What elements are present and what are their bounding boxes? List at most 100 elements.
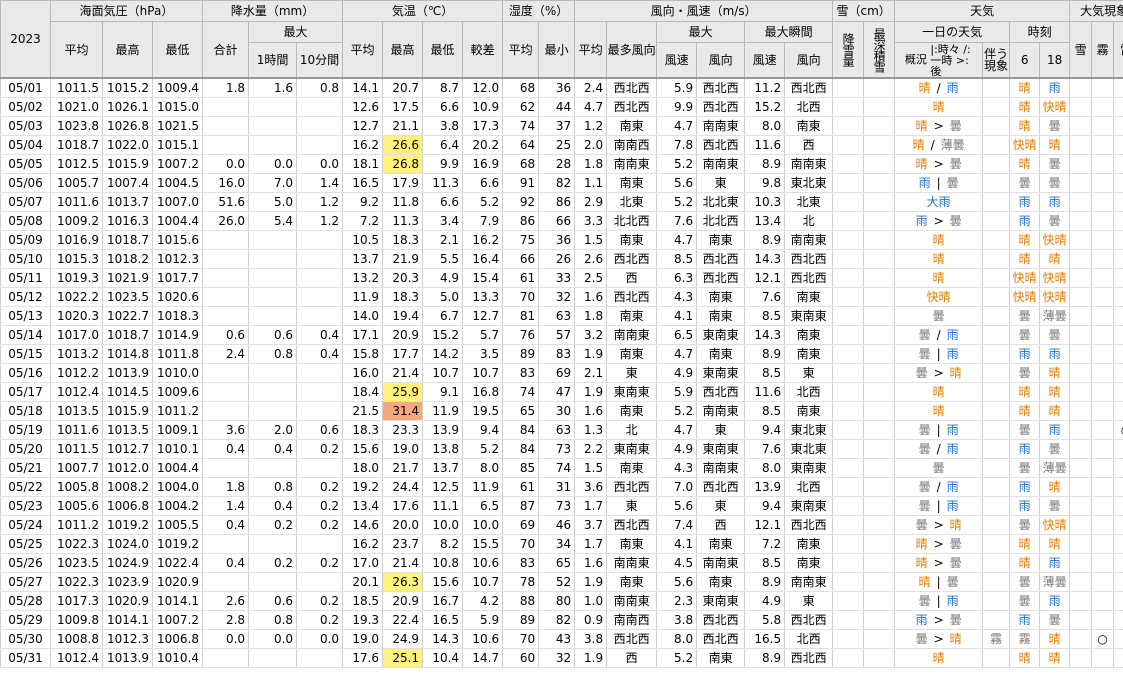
accomp-cell <box>982 77 1011 98</box>
temp-cell: 23.7 <box>382 534 424 554</box>
weather-18-cell: 曇 <box>1039 610 1071 630</box>
snow-depth-cell <box>863 97 896 117</box>
weather-token: 曇 <box>949 119 962 133</box>
weather-token: 雨 <box>1018 480 1031 494</box>
table-row: 05/30 1008.8 1012.3 1006.8 0.0 0.0 0.0 19.0 24.9… <box>0 629 1123 649</box>
precip-cell <box>248 249 298 269</box>
humidity-cell: 84 <box>502 420 540 440</box>
temp-cell: 16.5 <box>342 173 384 193</box>
pressure-cell: 1022.3 <box>50 572 103 592</box>
temp-cell: 7.9 <box>462 211 504 231</box>
weather-token: 曇 <box>918 480 931 494</box>
temp-cell: 21.4 <box>382 553 424 573</box>
precip-cell: 7.0 <box>248 173 298 193</box>
weather-18-cell: 晴 <box>1039 477 1071 497</box>
temp-cell: 12.5 <box>422 477 464 497</box>
temp-cell: 16.8 <box>462 382 504 402</box>
phenom-cell <box>1069 401 1093 421</box>
day-weather-cell: 曇 <box>894 458 984 478</box>
weather-token: 晴 <box>915 556 928 570</box>
precip-cell <box>202 648 250 668</box>
pressure-cell: 1023.9 <box>102 572 153 592</box>
humidity-cell: 31 <box>538 477 576 497</box>
weather-6-cell: 曇 <box>1009 173 1041 193</box>
precip-cell <box>296 135 344 155</box>
weather-token: 晴 <box>1048 480 1061 494</box>
humidity-cell: 60 <box>502 648 540 668</box>
humidity-cell: 82 <box>538 173 576 193</box>
temp-cell: 14.7 <box>462 648 504 668</box>
wind-cell: 1.7 <box>574 534 608 554</box>
weather-token: > <box>933 214 944 228</box>
precip-cell: 0.6 <box>296 420 344 440</box>
summary-legend: |:時々 /:一時 >:後 <box>930 42 971 78</box>
snow-depth-cell <box>863 553 896 573</box>
wind-avg-header: 平均 <box>574 21 608 79</box>
pressure-cell: 1012.4 <box>50 382 103 402</box>
humidity-cell: 61 <box>502 477 540 497</box>
weather-token: 曇 <box>1018 176 1031 190</box>
accomp-cell <box>982 439 1011 459</box>
humidity-cell: 25 <box>538 135 576 155</box>
wind-cell: 3.6 <box>574 477 608 497</box>
weather-token: 曇 <box>1018 575 1031 589</box>
wind-inst-speed-header: 風速 <box>744 42 786 79</box>
wind-cell: 2.1 <box>574 363 608 383</box>
temp-cell: 3.8 <box>422 116 464 136</box>
temp-cell: 12.7 <box>462 306 504 326</box>
snowfall-cell <box>832 325 865 345</box>
phenom-cell <box>1069 553 1093 573</box>
weather-token: > <box>933 632 944 646</box>
accomp-cell <box>982 192 1011 212</box>
date-cell: 05/01 <box>0 77 51 98</box>
accomp-cell <box>982 135 1011 155</box>
humidity-cell: 80 <box>538 591 576 611</box>
weather-18-cell: 曇 <box>1039 116 1071 136</box>
day-weather-cell: 曇 / 雨 <box>894 325 984 345</box>
accomp-cell <box>982 534 1011 554</box>
humidity-cell: 65 <box>502 401 540 421</box>
day-weather-cell: 雨 > 曇 <box>894 610 984 630</box>
precip-cell <box>296 287 344 307</box>
snow-header: 雪（cm） <box>832 0 896 22</box>
wind-cell: 9.4 <box>744 496 786 516</box>
accomp-cell <box>982 211 1011 231</box>
phenom-cell <box>1113 306 1123 326</box>
temp-cell: 20.9 <box>382 591 424 611</box>
wind-cell: 11.2 <box>744 77 786 98</box>
pressure-cell: 1014.8 <box>102 344 153 364</box>
precip-cell: 5.0 <box>248 192 298 212</box>
weather-6-cell: 晴 <box>1009 534 1041 554</box>
wind-cell: 東北東 <box>784 173 834 193</box>
weather-token: 曇 <box>918 442 931 456</box>
wind-cell: 西北西 <box>696 629 746 649</box>
precip-cell <box>296 363 344 383</box>
phenom-cell <box>1113 344 1123 364</box>
wind-cell: 0.9 <box>574 610 608 630</box>
wind-cell: 西北西 <box>784 268 834 288</box>
precip-cell: 2.8 <box>202 610 250 630</box>
weather-6-cell: 雨 <box>1009 496 1041 516</box>
wind-cell: 7.2 <box>744 534 786 554</box>
temp-cell: 10.8 <box>422 553 464 573</box>
phenom-cell <box>1113 97 1123 117</box>
wind-cell: 5.2 <box>656 154 698 174</box>
wind-cell: 南東 <box>606 344 658 364</box>
wind-cell: 4.7 <box>656 116 698 136</box>
date-cell: 05/18 <box>0 401 51 421</box>
wind-cell: 4.7 <box>656 230 698 250</box>
precip-cell: 1.8 <box>202 77 250 98</box>
date-cell: 05/22 <box>0 477 51 497</box>
weather-token: 雨 <box>946 347 959 361</box>
phenom-cell <box>1113 572 1123 592</box>
pressure-cell: 1018.7 <box>102 230 153 250</box>
precip-cell <box>202 572 250 592</box>
phenom-cell <box>1069 629 1093 649</box>
accomp-cell <box>982 344 1011 364</box>
phenom-cell <box>1069 344 1093 364</box>
temp-cell: 6.6 <box>462 173 504 193</box>
temp-cell: 3.4 <box>422 211 464 231</box>
accomp-cell <box>982 553 1011 573</box>
wind-cell: 13.4 <box>744 211 786 231</box>
phenom-cell <box>1069 363 1093 383</box>
